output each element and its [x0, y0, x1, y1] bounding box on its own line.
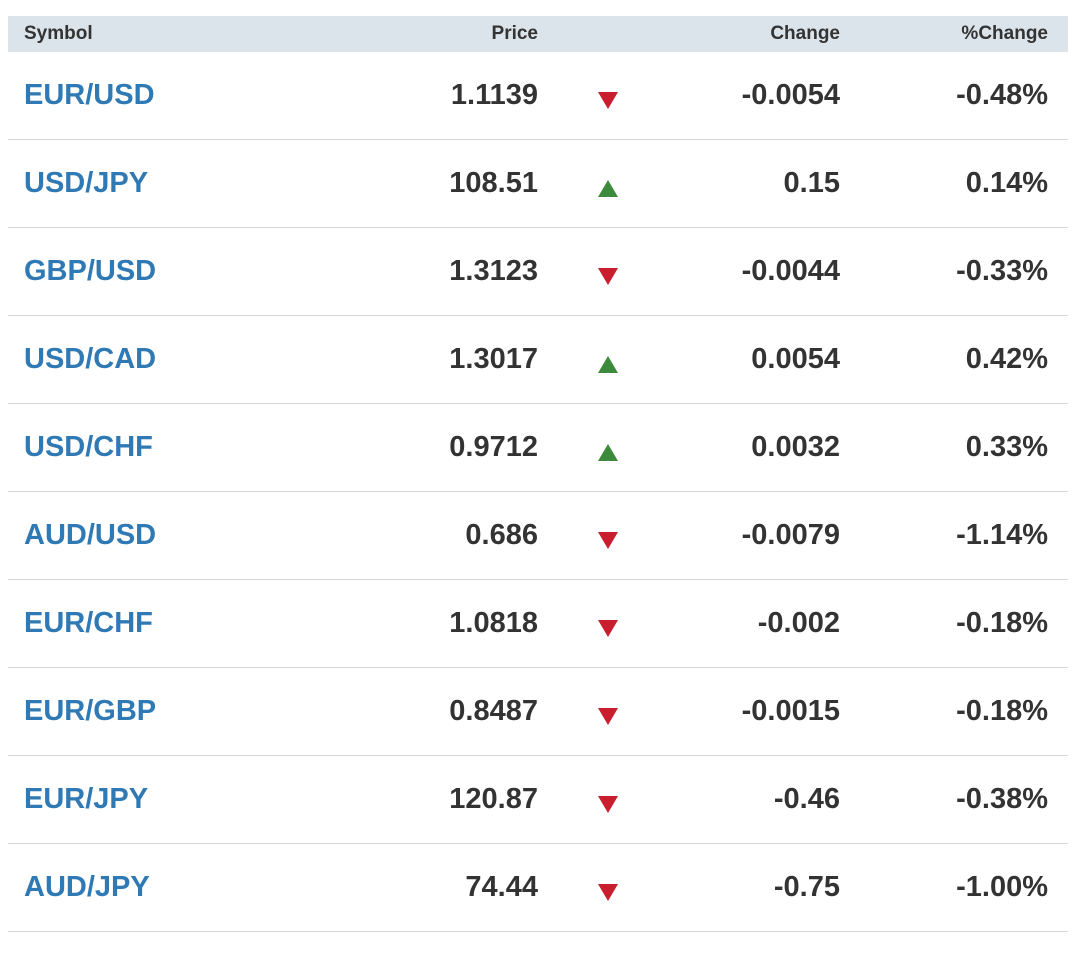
symbol-link[interactable]: EUR/GBP — [8, 695, 348, 728]
table-row: USD/JPY 108.51 0.15 0.14% — [8, 140, 1068, 228]
direction-cell — [538, 783, 678, 816]
column-header-pct-change[interactable]: %Change — [840, 23, 1048, 45]
triangle-down-icon — [598, 619, 618, 637]
change-cell: -0.002 — [757, 607, 840, 639]
change-cell: -0.0079 — [741, 519, 840, 551]
triangle-down-icon — [598, 267, 618, 285]
table-row: USD/CAD 1.3017 0.0054 0.42% — [8, 316, 1068, 404]
triangle-up-icon — [598, 179, 618, 197]
change-cell: -0.0044 — [741, 255, 840, 287]
price-cell: 0.9712 — [449, 431, 538, 463]
triangle-down-icon — [598, 883, 618, 901]
triangle-up-icon — [598, 355, 618, 373]
triangle-up-icon — [598, 443, 618, 461]
table-header: Symbol Price Change %Change — [8, 16, 1068, 52]
direction-cell — [538, 695, 678, 728]
pct-change-cell: 0.14% — [965, 167, 1048, 199]
price-cell: 0.8487 — [449, 695, 538, 727]
table-row: EUR/USD 1.1139 -0.0054 -0.48% — [8, 52, 1068, 140]
symbol-link[interactable]: EUR/USD — [8, 79, 348, 112]
pct-change-cell: -0.18% — [956, 607, 1048, 639]
direction-cell — [538, 607, 678, 640]
table-row: GBP/USD 1.3123 -0.0044 -0.33% — [8, 228, 1068, 316]
pct-change-cell: -1.14% — [956, 519, 1048, 551]
triangle-down-icon — [598, 91, 618, 109]
direction-cell — [538, 343, 678, 376]
table-row: USD/CHF 0.9712 0.0032 0.33% — [8, 404, 1068, 492]
table-row: AUD/JPY 74.44 -0.75 -1.00% — [8, 844, 1068, 932]
pct-change-cell: -0.33% — [956, 255, 1048, 287]
symbol-link[interactable]: USD/CHF — [8, 431, 348, 464]
change-cell: -0.75 — [773, 871, 840, 903]
symbol-link[interactable]: EUR/CHF — [8, 607, 348, 640]
triangle-down-icon — [598, 531, 618, 549]
direction-cell — [538, 79, 678, 112]
direction-cell — [538, 519, 678, 552]
price-cell: 108.51 — [449, 167, 538, 199]
symbol-link[interactable]: USD/JPY — [8, 167, 348, 200]
change-cell: -0.0054 — [741, 79, 840, 111]
price-cell: 120.87 — [449, 783, 538, 815]
price-cell: 74.44 — [465, 871, 538, 903]
pct-change-cell: 0.42% — [965, 343, 1048, 375]
table-row: AUD/USD 0.686 -0.0079 -1.14% — [8, 492, 1068, 580]
table-row: EUR/GBP 0.8487 -0.0015 -0.18% — [8, 668, 1068, 756]
pct-change-cell: -0.18% — [956, 695, 1048, 727]
change-cell: 0.15 — [783, 167, 840, 199]
symbol-link[interactable]: GBP/USD — [8, 255, 348, 288]
triangle-down-icon — [598, 707, 618, 725]
pct-change-cell: -0.48% — [956, 79, 1048, 111]
symbol-link[interactable]: AUD/USD — [8, 519, 348, 552]
column-header-price[interactable]: Price — [348, 23, 538, 45]
pct-change-cell: 0.33% — [965, 431, 1048, 463]
triangle-down-icon — [598, 795, 618, 813]
price-cell: 1.0818 — [449, 607, 538, 639]
symbol-link[interactable]: EUR/JPY — [8, 783, 348, 816]
direction-cell — [538, 255, 678, 288]
pct-change-cell: -1.00% — [956, 871, 1048, 903]
change-cell: 0.0032 — [751, 431, 840, 463]
direction-cell — [538, 871, 678, 904]
forex-quotes-table: Symbol Price Change %Change EUR/USD 1.113… — [8, 16, 1068, 932]
price-cell: 1.3017 — [449, 343, 538, 375]
price-cell: 1.3123 — [449, 255, 538, 287]
direction-cell — [538, 167, 678, 200]
column-header-symbol[interactable]: Symbol — [8, 23, 348, 45]
change-cell: -0.0015 — [741, 695, 840, 727]
symbol-link[interactable]: AUD/JPY — [8, 871, 348, 904]
table-row: EUR/JPY 120.87 -0.46 -0.38% — [8, 756, 1068, 844]
price-cell: 0.686 — [465, 519, 538, 551]
table-row: EUR/CHF 1.0818 -0.002 -0.18% — [8, 580, 1068, 668]
pct-change-cell: -0.38% — [956, 783, 1048, 815]
table-body: EUR/USD 1.1139 -0.0054 -0.48% USD/JPY 108.51 0… — [8, 52, 1068, 932]
direction-cell — [538, 431, 678, 464]
change-cell: 0.0054 — [751, 343, 840, 375]
price-cell: 1.1139 — [450, 79, 538, 111]
symbol-link[interactable]: USD/CAD — [8, 343, 348, 376]
change-cell: -0.46 — [773, 783, 840, 815]
column-header-change[interactable]: Change — [678, 23, 840, 45]
